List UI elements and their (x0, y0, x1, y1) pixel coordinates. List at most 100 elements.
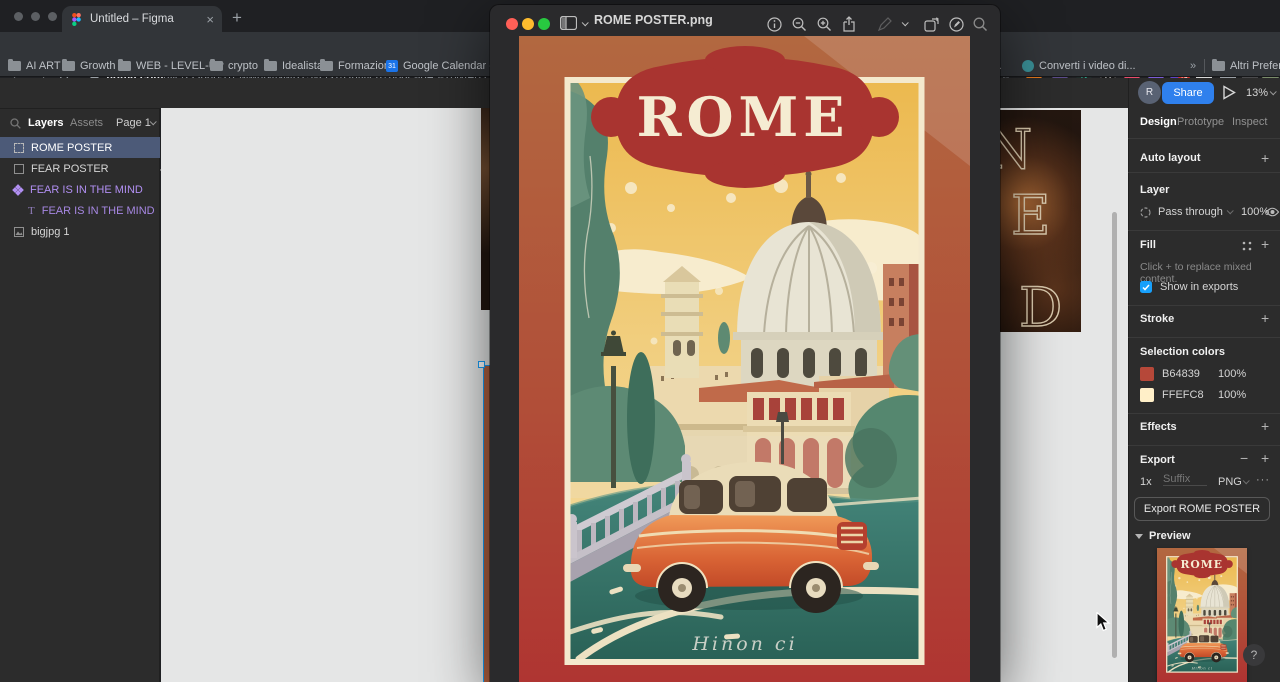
page-selector[interactable]: Page 1 (116, 117, 151, 129)
tab-title: Untitled – Figma (90, 13, 199, 25)
image-layer-icon (14, 227, 24, 237)
blend-mode-icon[interactable] (1140, 207, 1151, 218)
preview-window[interactable]: ROME POSTER.png (490, 5, 1000, 682)
color-hex: FFEFC8 (1162, 389, 1210, 401)
effects-section-title: Effects (1140, 421, 1177, 433)
selection-handle[interactable] (478, 361, 485, 368)
tab-prototype[interactable]: Prototype (1177, 116, 1224, 128)
bookmark-converti[interactable]: Converti i video di... (1022, 60, 1136, 72)
markup-pen-icon[interactable] (875, 15, 893, 33)
bookmark-google-calendar[interactable]: 31 Google Calendar -... (386, 60, 502, 72)
figma-favicon (70, 13, 83, 26)
layer-row-rome-poster[interactable]: ROME POSTER (0, 137, 160, 158)
export-suffix-input[interactable] (1163, 473, 1207, 486)
rome-poster-frame-edge (483, 365, 490, 682)
bookmarks-divider (1204, 59, 1205, 73)
fear-letter-d: D (1019, 276, 1062, 332)
window-minimize-button[interactable] (31, 12, 40, 21)
bookmark-growth[interactable]: Growth (62, 60, 115, 72)
auto-layout-add-icon[interactable]: + (1261, 150, 1269, 166)
preview-section-toggle[interactable]: Preview (1135, 530, 1191, 542)
layer-row-fear-poster[interactable]: FEAR POSTER (0, 158, 160, 179)
close-traffic-light[interactable] (506, 18, 518, 30)
selection-color-row[interactable]: B64839 100% (1140, 367, 1246, 381)
bookmark-formazione[interactable]: Formazione (320, 60, 396, 72)
search-icon[interactable] (971, 15, 989, 33)
window-zoom-button[interactable] (48, 12, 57, 21)
layer-opacity[interactable]: 100% (1241, 206, 1269, 218)
blend-mode-dropdown[interactable]: Pass through (1158, 206, 1223, 218)
window-close-button[interactable] (14, 12, 23, 21)
rome-poster-image (519, 36, 970, 682)
export-add-icon[interactable]: + (1261, 450, 1269, 466)
user-avatar[interactable]: R (1138, 81, 1161, 104)
export-remove-icon[interactable]: − (1240, 450, 1248, 466)
layer-row-fear-component[interactable]: FEAR IS IN THE MIND (0, 179, 160, 200)
share-icon[interactable] (840, 15, 858, 33)
folder-icon (8, 61, 21, 71)
export-section-title: Export (1140, 454, 1175, 466)
export-scale[interactable]: 1x (1140, 476, 1152, 488)
text-layer-icon: T (28, 205, 35, 217)
rotate-icon[interactable] (922, 15, 940, 33)
tab-design[interactable]: Design (1140, 116, 1177, 128)
visibility-eye-icon[interactable] (1266, 207, 1279, 217)
fill-grid-icon[interactable] (1242, 241, 1252, 251)
sidebar-toggle-icon[interactable] (560, 16, 577, 30)
zoom-in-icon[interactable] (815, 15, 833, 33)
color-opacity: 100% (1218, 368, 1246, 380)
search-icon[interactable] (10, 118, 21, 129)
bookmark-web-level-up[interactable]: WEB - LEVEL-UP (118, 60, 224, 72)
tab-assets[interactable]: Assets (70, 117, 103, 129)
tab-inspect[interactable]: Inspect (1232, 116, 1267, 128)
bookmark-idealista[interactable]: Idealista (264, 60, 323, 72)
color-swatch-cream[interactable] (1140, 388, 1154, 402)
fill-add-icon[interactable]: + (1261, 236, 1269, 252)
show-in-exports-row[interactable]: Show in exports (1140, 281, 1238, 293)
bookmark-crypto[interactable]: crypto (210, 60, 258, 72)
bookmarks-overflow-chevrons[interactable]: » (1190, 60, 1196, 72)
minimize-traffic-light[interactable] (522, 18, 534, 30)
fear-letter-e: E (1011, 184, 1050, 247)
auto-layout-section: Auto layout (1140, 152, 1268, 164)
color-swatch-red[interactable] (1140, 367, 1154, 381)
fill-section-title: Fill (1140, 239, 1156, 251)
folder-icon (264, 61, 277, 71)
bookmark-altri-preferiti[interactable]: Altri Preferiti (1212, 60, 1280, 72)
folder-icon (320, 61, 333, 71)
fear-poster-fragment: N E D (993, 110, 1081, 332)
selection-colors-title: Selection colors (1140, 346, 1225, 358)
zoom-out-icon[interactable] (790, 15, 808, 33)
present-icon[interactable] (1222, 85, 1236, 100)
triangle-down-icon (1135, 534, 1143, 539)
mouse-cursor (1096, 612, 1111, 632)
selection-color-row[interactable]: FFEFC8 100% (1140, 388, 1246, 402)
markup-chevron-icon[interactable] (902, 19, 909, 26)
converti-icon (1022, 60, 1034, 72)
checkbox-checked-icon[interactable] (1140, 281, 1152, 293)
layer-section-title: Layer (1140, 184, 1169, 196)
annotate-icon[interactable] (947, 15, 965, 33)
preview-titlebar[interactable]: ROME POSTER.png (490, 5, 1000, 35)
layers-panel: Layers Assets Page 1 ROME POSTER FEAR PO… (0, 108, 160, 682)
bookmark-ai-art[interactable]: AI ART (8, 60, 61, 72)
canvas-scrollbar[interactable] (1112, 212, 1117, 658)
zoom-level[interactable]: 13% (1246, 87, 1268, 99)
help-button[interactable]: ? (1243, 644, 1265, 666)
share-button[interactable]: Share (1162, 82, 1214, 104)
sidebar-toggle-chevron[interactable] (582, 19, 589, 26)
info-icon[interactable] (765, 15, 783, 33)
new-tab-button[interactable]: + (232, 8, 242, 28)
tab-layers[interactable]: Layers (28, 117, 63, 129)
tab-close-icon[interactable]: × (206, 12, 214, 27)
export-rome-poster-button[interactable]: Export ROME POSTER (1134, 497, 1270, 521)
effects-add-icon[interactable]: + (1261, 418, 1269, 434)
layer-row-fear-text[interactable]: T FEAR IS IN THE MIND (0, 200, 160, 221)
layer-row-bigjpg[interactable]: bigjpg 1 (0, 221, 160, 242)
zoom-traffic-light[interactable] (538, 18, 550, 30)
stroke-section-title: Stroke (1140, 313, 1174, 325)
export-format-dropdown[interactable]: PNG (1218, 476, 1242, 488)
browser-tab[interactable]: Untitled – Figma × (62, 6, 222, 32)
stroke-add-icon[interactable]: + (1261, 310, 1269, 326)
export-more-icon[interactable]: ··· (1256, 474, 1270, 486)
